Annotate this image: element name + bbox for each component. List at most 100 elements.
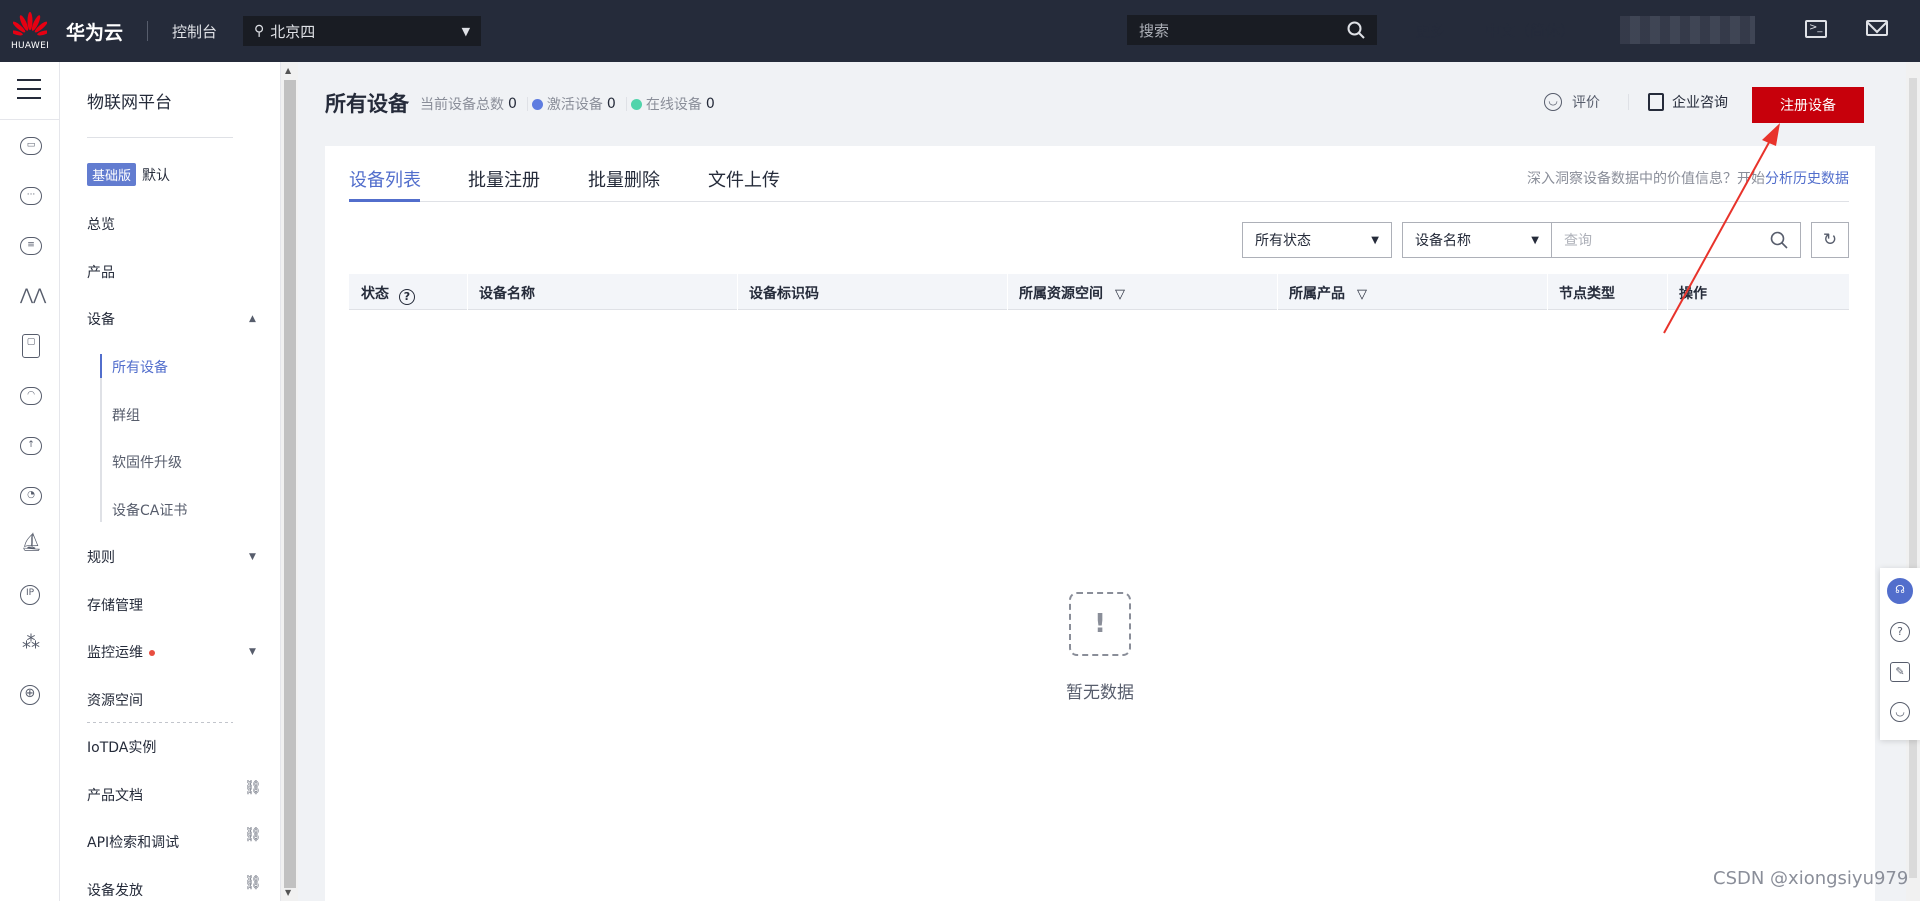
chevron-down-icon[interactable]: ▼ [249,647,256,657]
help-icon[interactable]: ? [399,289,415,305]
empty-state: ! 暂无数据 [1050,592,1150,703]
active-devices-label: 激活设备 [546,97,603,113]
cloud-icon[interactable]: ◠ [20,387,42,405]
search-icon[interactable] [1347,21,1365,39]
region-selector[interactable]: ⚲ 北京四 ▼ [243,16,482,46]
online-devices-value: 0 [705,96,715,112]
filter-icon[interactable]: ▽ [1357,287,1367,302]
cluster-icon[interactable]: ⁂ [20,634,42,653]
sidebar-item-device-ca-cert[interactable]: 设备CA证书 [112,500,187,520]
waveform-icon[interactable]: ⋀⋀ [20,287,46,305]
sidebar-item-overview[interactable]: 总览 [87,214,115,234]
external-link-icon[interactable]: ⛓ [244,827,262,843]
help-icon[interactable]: ? [1890,622,1910,642]
ecs-icon[interactable]: ▭ [20,137,42,155]
cloud-dots-icon[interactable]: ··· [20,187,42,205]
submenu-active-indicator [100,354,102,378]
filter-icon[interactable]: ▽ [1115,287,1125,302]
sidebar-item-device-provisioning[interactable]: 设备发放 [87,880,143,900]
terminal-icon[interactable]: >_ [1805,20,1827,38]
page-scrollbar[interactable] [1906,62,1920,901]
user-account-blurred[interactable] [1620,16,1755,44]
tab-batch-delete[interactable]: 批量删除 [588,166,660,192]
smile-icon[interactable]: ◡ [1890,702,1910,722]
cloud-speed-icon[interactable]: ◔ [20,487,42,505]
chevron-up-icon[interactable]: ▲ [249,314,256,324]
column-device-name[interactable]: 设备名称 [479,283,535,303]
notification-dot [149,650,155,656]
sidebar-item-product-docs[interactable]: 产品文档 [87,785,143,805]
device-counts: 当前设备总数 0 激活设备 0 在线设备 0 [420,94,721,114]
tab-file-upload[interactable]: 文件上传 [708,166,780,192]
consult-icon [1648,93,1664,111]
device-query-input[interactable]: 查询 [1551,222,1801,258]
cloud-upload-icon[interactable]: ↑ [20,437,42,455]
customer-service-icon[interactable]: ☊ [1887,578,1913,604]
location-pin-icon: ⚲ [254,23,265,39]
external-link-icon[interactable]: ⛓ [244,875,262,891]
scroll-down-icon[interactable]: ▼ [285,888,291,897]
menu-icon[interactable] [17,79,41,99]
scrollbar-thumb[interactable] [1909,78,1917,878]
ip-icon[interactable]: IP [20,585,40,605]
sidebar-item-products[interactable]: 产品 [87,262,115,282]
edition-badge: 基础版 [87,163,137,186]
logo-word: HUAWEI [10,40,50,51]
search-placeholder: 搜索 [1139,21,1170,40]
sidebar-scrollbar[interactable]: ▲ ▼ [280,62,298,901]
sidebar-item-rules[interactable]: 规则 [87,547,115,567]
edition-selector[interactable]: 基础版 默认 [87,163,170,186]
scrollbar-thumb[interactable] [284,80,296,888]
divider [87,137,233,138]
column-product[interactable]: 所属产品 ▽ [1289,283,1367,303]
enterprise-consult-button[interactable]: 企业咨询 [1648,92,1728,112]
search-field-select[interactable]: 设备名称 ▼ [1402,222,1552,258]
active-dot-icon [531,98,543,110]
external-link-icon[interactable]: ⛓ [244,780,262,796]
status-filter-select[interactable]: 所有状态 ▼ [1242,222,1392,258]
tab-device-list[interactable]: 设备列表 [349,166,421,192]
watermark: CSDN @xiongsiyu979 [1713,868,1909,889]
register-device-button[interactable]: 注册设备 [1752,87,1864,123]
language-selector[interactable]: 中文（简体） [1485,20,1575,41]
database-icon[interactable]: ≡ [20,237,42,255]
sidebar-item-iotda-instance[interactable]: IoTDA实例 [87,737,156,757]
sidebar-item-resource-space[interactable]: 资源空间 [87,690,143,710]
tab-bar: 设备列表 批量注册 批量删除 文件上传 深入洞察设备数据中的价值信息？开始分析历… [349,146,1849,202]
tab-batch-register[interactable]: 批量注册 [468,166,540,192]
console-link[interactable]: 控制台 [172,21,217,42]
sidebar-item-monitoring[interactable]: 监控运维 [87,642,155,662]
search-icon[interactable] [1770,231,1788,249]
caret-down-icon: ▼ [1371,234,1379,246]
mail-icon[interactable] [1866,20,1888,36]
sidebar-item-storage[interactable]: 存储管理 [87,595,143,615]
sail-icon[interactable]: ⛵︎ [20,534,43,553]
global-search-input[interactable]: 搜索 [1127,15,1377,45]
scroll-up-icon[interactable]: ▲ [285,66,291,75]
divider [526,97,528,111]
chevron-down-icon[interactable]: ▼ [249,552,256,562]
status-filter-value: 所有状态 [1255,233,1311,249]
rate-button[interactable]: ◡ 评价 [1544,92,1600,112]
column-node-type[interactable]: 节点类型 [1559,283,1615,303]
sidebar-item-firmware-upgrade[interactable]: 软固件升级 [112,452,182,472]
column-status[interactable]: 状态? [361,283,415,305]
device-box-icon[interactable]: ▢ [22,334,40,358]
history-analysis-hint: 深入洞察设备数据中的价值信息？开始分析历史数据 [1527,168,1849,188]
analyze-history-link[interactable]: 分析历史数据 [1765,171,1849,187]
brand-name[interactable]: 华为云 [66,18,123,45]
huawei-logo[interactable]: HUAWEI [0,0,60,62]
column-device-id[interactable]: 设备标识码 [749,283,819,303]
sidebar-item-all-devices[interactable]: 所有设备 [112,357,168,377]
iot-platform-sidebar: 物联网平台 基础版 默认 总览 产品 设备 ▲ 所有设备 群组 软固件升级 设备… [60,62,280,901]
sidebar-item-devices[interactable]: 设备 [87,309,115,329]
more-menu[interactable]: 更多 [1415,20,1445,41]
divider [87,722,233,723]
sidebar-item-groups[interactable]: 群组 [112,405,140,425]
search-field-value: 设备名称 [1415,233,1471,249]
column-resource-space[interactable]: 所属资源空间 ▽ [1019,283,1125,303]
globe-icon[interactable]: ⊕ [20,685,40,705]
sidebar-item-api-explorer[interactable]: API检索和调试 [87,832,179,852]
feedback-icon[interactable]: ✎ [1890,662,1910,682]
refresh-button[interactable]: ↻ [1811,222,1849,258]
